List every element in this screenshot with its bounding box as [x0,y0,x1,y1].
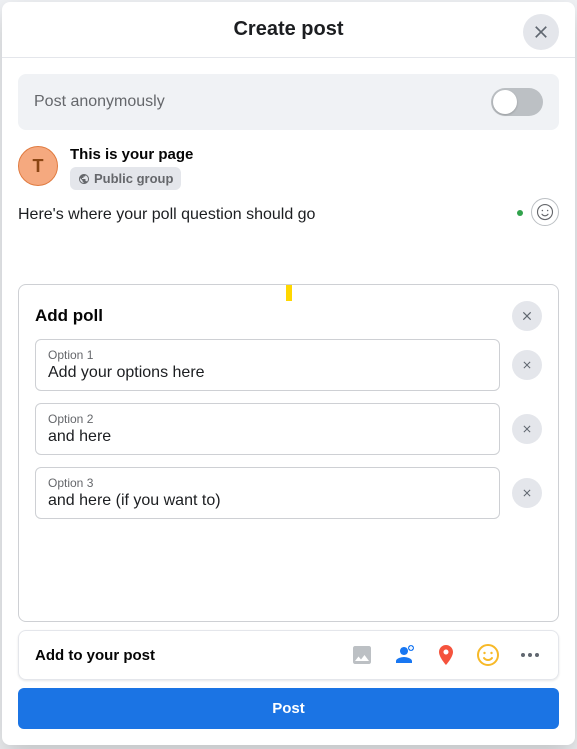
privacy-badge[interactable]: Public group [70,167,181,190]
create-post-modal: Create post Post anonymously T This is y… [2,2,575,745]
close-button[interactable] [523,14,559,50]
poll-option-row: Option 1 [35,339,542,391]
emoji-icon [536,203,554,221]
tag-people-icon[interactable] [392,643,416,667]
avatar[interactable]: T [18,146,58,186]
option-label: Option 3 [48,476,487,490]
anonymous-label: Post anonymously [34,93,165,111]
privacy-label: Public group [94,171,173,186]
option-remove-button[interactable] [512,414,542,444]
option-remove-button[interactable] [512,350,542,380]
option-remove-button[interactable] [512,478,542,508]
poll-section: Add poll Option 1 Option 2 [18,284,559,622]
location-icon[interactable] [434,643,458,667]
add-to-post-row: Add to your post [18,630,559,680]
poll-close-button[interactable] [512,301,542,331]
close-icon [521,423,533,435]
modal-header: Create post [2,2,575,58]
emoji-button[interactable] [531,198,559,226]
author-name: This is your page [70,146,193,163]
anonymous-row: Post anonymously [18,74,559,130]
toggle-knob [493,90,517,114]
add-icons [350,643,542,667]
poll-options: Option 1 Option 2 Option 3 [19,339,558,547]
option-value-field[interactable] [48,364,487,382]
yellow-marker [286,284,292,301]
post-text-area[interactable]: Here's where your poll question should g… [2,198,575,224]
photo-icon[interactable] [350,643,374,667]
poll-title: Add poll [35,306,103,326]
option-label: Option 2 [48,412,487,426]
option-label: Option 1 [48,348,487,362]
more-icon[interactable] [518,643,542,667]
post-button[interactable]: Post [18,688,559,729]
close-icon [521,487,533,499]
poll-option-row: Option 3 [35,467,542,519]
poll-option-input-2[interactable]: Option 2 [35,403,500,455]
globe-icon [78,173,90,185]
status-dot [517,210,523,216]
feeling-icon[interactable] [476,643,500,667]
author-row: T This is your page Public group [2,130,575,198]
post-text-content: Here's where your poll question should g… [18,206,315,223]
close-icon [531,22,551,42]
poll-option-row: Option 2 [35,403,542,455]
option-value-field[interactable] [48,428,487,446]
option-value-field[interactable] [48,492,487,510]
close-icon [520,309,534,323]
close-icon [521,359,533,371]
poll-option-input-3[interactable]: Option 3 [35,467,500,519]
add-to-post-label: Add to your post [35,647,155,664]
poll-option-input-1[interactable]: Option 1 [35,339,500,391]
anonymous-toggle[interactable] [491,88,543,116]
modal-title: Create post [233,18,343,41]
author-info: This is your page Public group [70,146,193,190]
